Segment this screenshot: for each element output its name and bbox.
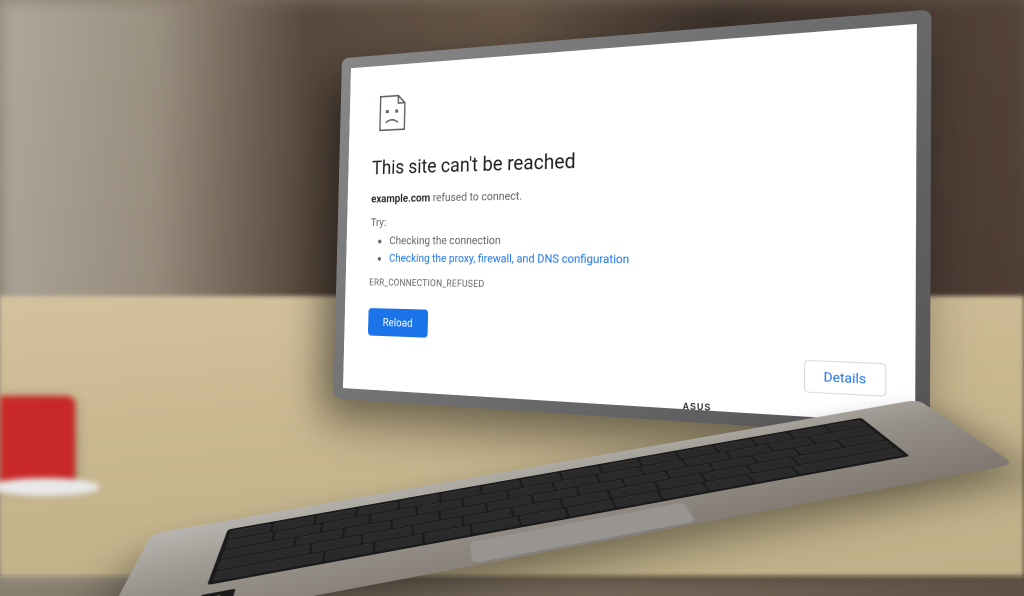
laptop-screen-bezel: This site can't be reached example.com r… — [333, 9, 931, 438]
laptop-display: This site can't be reached example.com r… — [343, 24, 917, 424]
suggestion-check-proxy: Checking the proxy, firewall, and DNS co… — [389, 250, 880, 272]
error-domain: example.com — [371, 191, 430, 205]
suggestion-check-connection: Checking the connection — [389, 229, 880, 250]
proxy-firewall-dns-link[interactable]: Checking the proxy, firewall, and DNS co… — [389, 252, 629, 267]
suggestions-list: Checking the connection Checking the pro… — [370, 229, 880, 272]
error-code: ERR_CONNECTION_REFUSED — [369, 278, 880, 297]
chrome-error-page: This site can't be reached example.com r… — [343, 24, 917, 424]
error-subtitle: example.com refused to connect. — [371, 181, 880, 206]
details-button[interactable]: Details — [804, 360, 886, 397]
laptop-keyboard — [207, 418, 910, 585]
error-title: This site can't be reached — [372, 139, 881, 180]
reload-button[interactable]: Reload — [368, 308, 428, 338]
sad-page-icon — [373, 93, 413, 133]
nvidia-sticker — [195, 589, 236, 596]
laptop: This site can't be reached example.com r… — [120, 20, 1000, 576]
laptop-brand-logo: ASUS — [683, 401, 712, 413]
laptop-base — [98, 400, 1015, 596]
red-mug — [0, 396, 75, 486]
try-label: Try: — [371, 209, 881, 229]
error-subtitle-suffix: refused to connect. — [430, 189, 522, 204]
